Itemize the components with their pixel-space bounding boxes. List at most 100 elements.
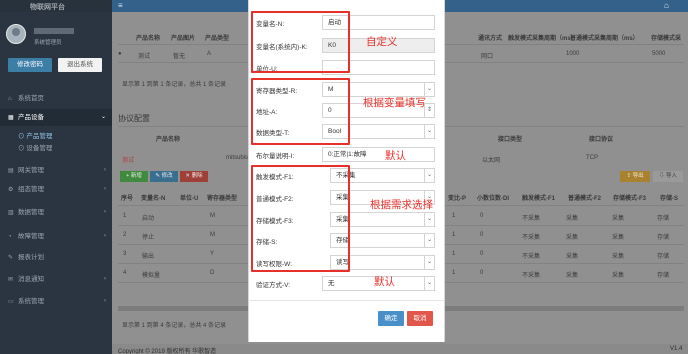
- user-name-redacted: [34, 28, 74, 34]
- chevron-left-icon: ‹: [104, 167, 106, 173]
- sidebar-item-product[interactable]: ▦ 产品设备 ⌄: [0, 109, 112, 126]
- cell-protocol-product: 测试: [122, 158, 135, 164]
- annotation-custom: 自定义: [366, 36, 398, 48]
- export-button[interactable]: ⇪ 导出: [620, 171, 650, 182]
- col-header-interface-type: 接口类型: [498, 137, 523, 143]
- annotation-select-by-need: 根据需求选择: [370, 199, 433, 211]
- table-cell: 采集: [612, 254, 625, 260]
- form-row-verify: 验证方式-V: 无 ⌄: [248, 275, 445, 293]
- table-cell: 1: [452, 213, 456, 219]
- import-icon: ⇩: [658, 173, 666, 179]
- table-cell: 存储: [657, 216, 670, 222]
- table-cell: 1: [123, 213, 127, 219]
- table-cell: 采集: [612, 235, 625, 241]
- chevron-down-icon: ⌄: [100, 114, 106, 120]
- copyright: Copyright © 2019 版权所有 华歌智造: [118, 349, 217, 354]
- col-header-decimals: 小数位数-DI: [477, 196, 509, 202]
- chevron-left-icon: ‹: [104, 209, 106, 215]
- edit-button[interactable]: ✎ 修改: [150, 171, 178, 182]
- col-header-store: 存储-S: [660, 196, 679, 202]
- cell-store-period: 5000: [652, 51, 666, 57]
- product-icon: ▦: [8, 115, 14, 121]
- change-password-button[interactable]: 修改密码: [8, 58, 52, 72]
- logout-button[interactable]: 退出系统: [58, 58, 102, 72]
- table-cell: 不采集: [522, 273, 541, 279]
- user-role: 系统管理员: [34, 40, 62, 46]
- table-cell: 停止: [142, 235, 155, 241]
- col-header-store-period: 存储模式采: [651, 36, 682, 42]
- col-header-register: 寄存器类型: [207, 196, 238, 202]
- col-header-index: 序号: [121, 196, 134, 202]
- table-cell: 模拟量: [142, 273, 161, 279]
- table-cell: D: [210, 270, 215, 276]
- table-cell: M: [210, 232, 215, 238]
- table-cell: 1: [452, 270, 456, 276]
- table-cell: 存储: [657, 235, 670, 241]
- message-icon: ✉: [8, 277, 14, 283]
- submenu-product-manage[interactable]: ⊙ 产品管理: [0, 131, 112, 142]
- dialog-divider: [248, 300, 445, 301]
- data-icon: ▥: [8, 210, 14, 216]
- cell-interface-protocol: TCP: [586, 155, 598, 161]
- table-cell: 不采集: [522, 216, 541, 222]
- col-header-interface-protocol: 接口协议: [589, 137, 614, 143]
- avatar: [6, 24, 26, 44]
- chevron-left-icon: ‹: [104, 298, 106, 304]
- table-cell: 0: [480, 232, 484, 238]
- table-cell: 采集: [566, 273, 579, 279]
- version: V1.4: [670, 346, 683, 352]
- annotation-fill-by-variable: 根据变量填写: [363, 97, 426, 109]
- import-button[interactable]: ⇩ 导入: [653, 171, 683, 182]
- add-button[interactable]: + 新增: [120, 171, 148, 182]
- sidebar-item-home[interactable]: ⌂ 系统首页: [0, 90, 112, 107]
- delete-button[interactable]: ✕ 删除: [180, 171, 208, 182]
- gateway-icon: ▤: [8, 168, 14, 174]
- chevron-down-icon: ⌄: [424, 169, 434, 182]
- confirm-button[interactable]: 确定: [378, 311, 404, 326]
- table-cell: 0: [480, 270, 484, 276]
- chevron-left-icon: ‹: [104, 186, 106, 192]
- sidebar-item-gateway[interactable]: ▤ 网关管理 ‹: [0, 162, 112, 179]
- sidebar-item-data[interactable]: ▥ 数据管理 ‹: [0, 204, 112, 221]
- home-icon[interactable]: ⌂: [664, 1, 669, 10]
- cell-comm: 网口: [481, 54, 494, 60]
- table-cell: 采集: [566, 216, 579, 222]
- cancel-button[interactable]: 取消: [407, 311, 433, 326]
- table-cell: 采集: [612, 273, 625, 279]
- col-header-ratio: 变比-P: [448, 196, 467, 202]
- report-icon: ✎: [8, 255, 14, 261]
- cell-interface-type: 以太网: [482, 158, 501, 164]
- submenu-device-manage[interactable]: ⊙ 设备管理: [0, 143, 112, 154]
- form-row-bool-desc: 布尔量说明-I: 0:正常|1:故障: [248, 146, 445, 164]
- col-header-normal-period: 普通模式采集周期（ms）: [570, 36, 639, 42]
- col-header-var-name: 变量名-N: [141, 196, 166, 202]
- sidebar-item-config[interactable]: ⚙ 组态管理 ‹: [0, 181, 112, 198]
- annotation-box-selection: [251, 165, 350, 272]
- radio-icon[interactable]: ●: [118, 51, 122, 57]
- col-header-product-image: 产品图片: [171, 36, 196, 42]
- sidebar-item-system[interactable]: ▭ 系统管理 ‹: [0, 293, 112, 310]
- config-icon: ⚙: [8, 187, 14, 193]
- sidebar-item-message[interactable]: ✉ 消息通知 ‹: [0, 271, 112, 288]
- col-header-product-type: 产品类型: [205, 36, 230, 42]
- col-header-product-name: 产品名称: [136, 36, 161, 42]
- col-header-f3: 存储模式-F3: [613, 196, 647, 202]
- col-header-trigger-period: 触发模式采集周期（ms）: [508, 36, 577, 42]
- table-cell: 采集: [566, 235, 579, 241]
- menu-toggle-icon[interactable]: ≡: [118, 1, 123, 10]
- table-cell: 4: [123, 270, 127, 276]
- sidebar-item-alarm[interactable]: ◔ 故障管理 ‹: [0, 228, 112, 245]
- table-cell: 1: [452, 232, 456, 238]
- chevron-down-icon: ⌄: [424, 277, 434, 290]
- col-header-comm: 通讯方式: [478, 36, 503, 42]
- pagination-info: 显示第 1 到第 4 条记录，总共 4 条记录: [122, 323, 227, 329]
- table-cell: 3: [123, 251, 127, 257]
- bool-desc-input[interactable]: 0:正常|1:故障: [322, 147, 435, 162]
- home-icon: ⌂: [8, 96, 12, 102]
- table-cell: 存储: [657, 273, 670, 279]
- sidebar-item-report[interactable]: ✎ 报表计划: [0, 249, 112, 266]
- chevron-down-icon: ⌄: [424, 256, 434, 269]
- table-cell: 2: [123, 232, 127, 238]
- cell-product-type: A: [207, 51, 212, 57]
- chevron-down-icon: ⌄: [424, 234, 434, 247]
